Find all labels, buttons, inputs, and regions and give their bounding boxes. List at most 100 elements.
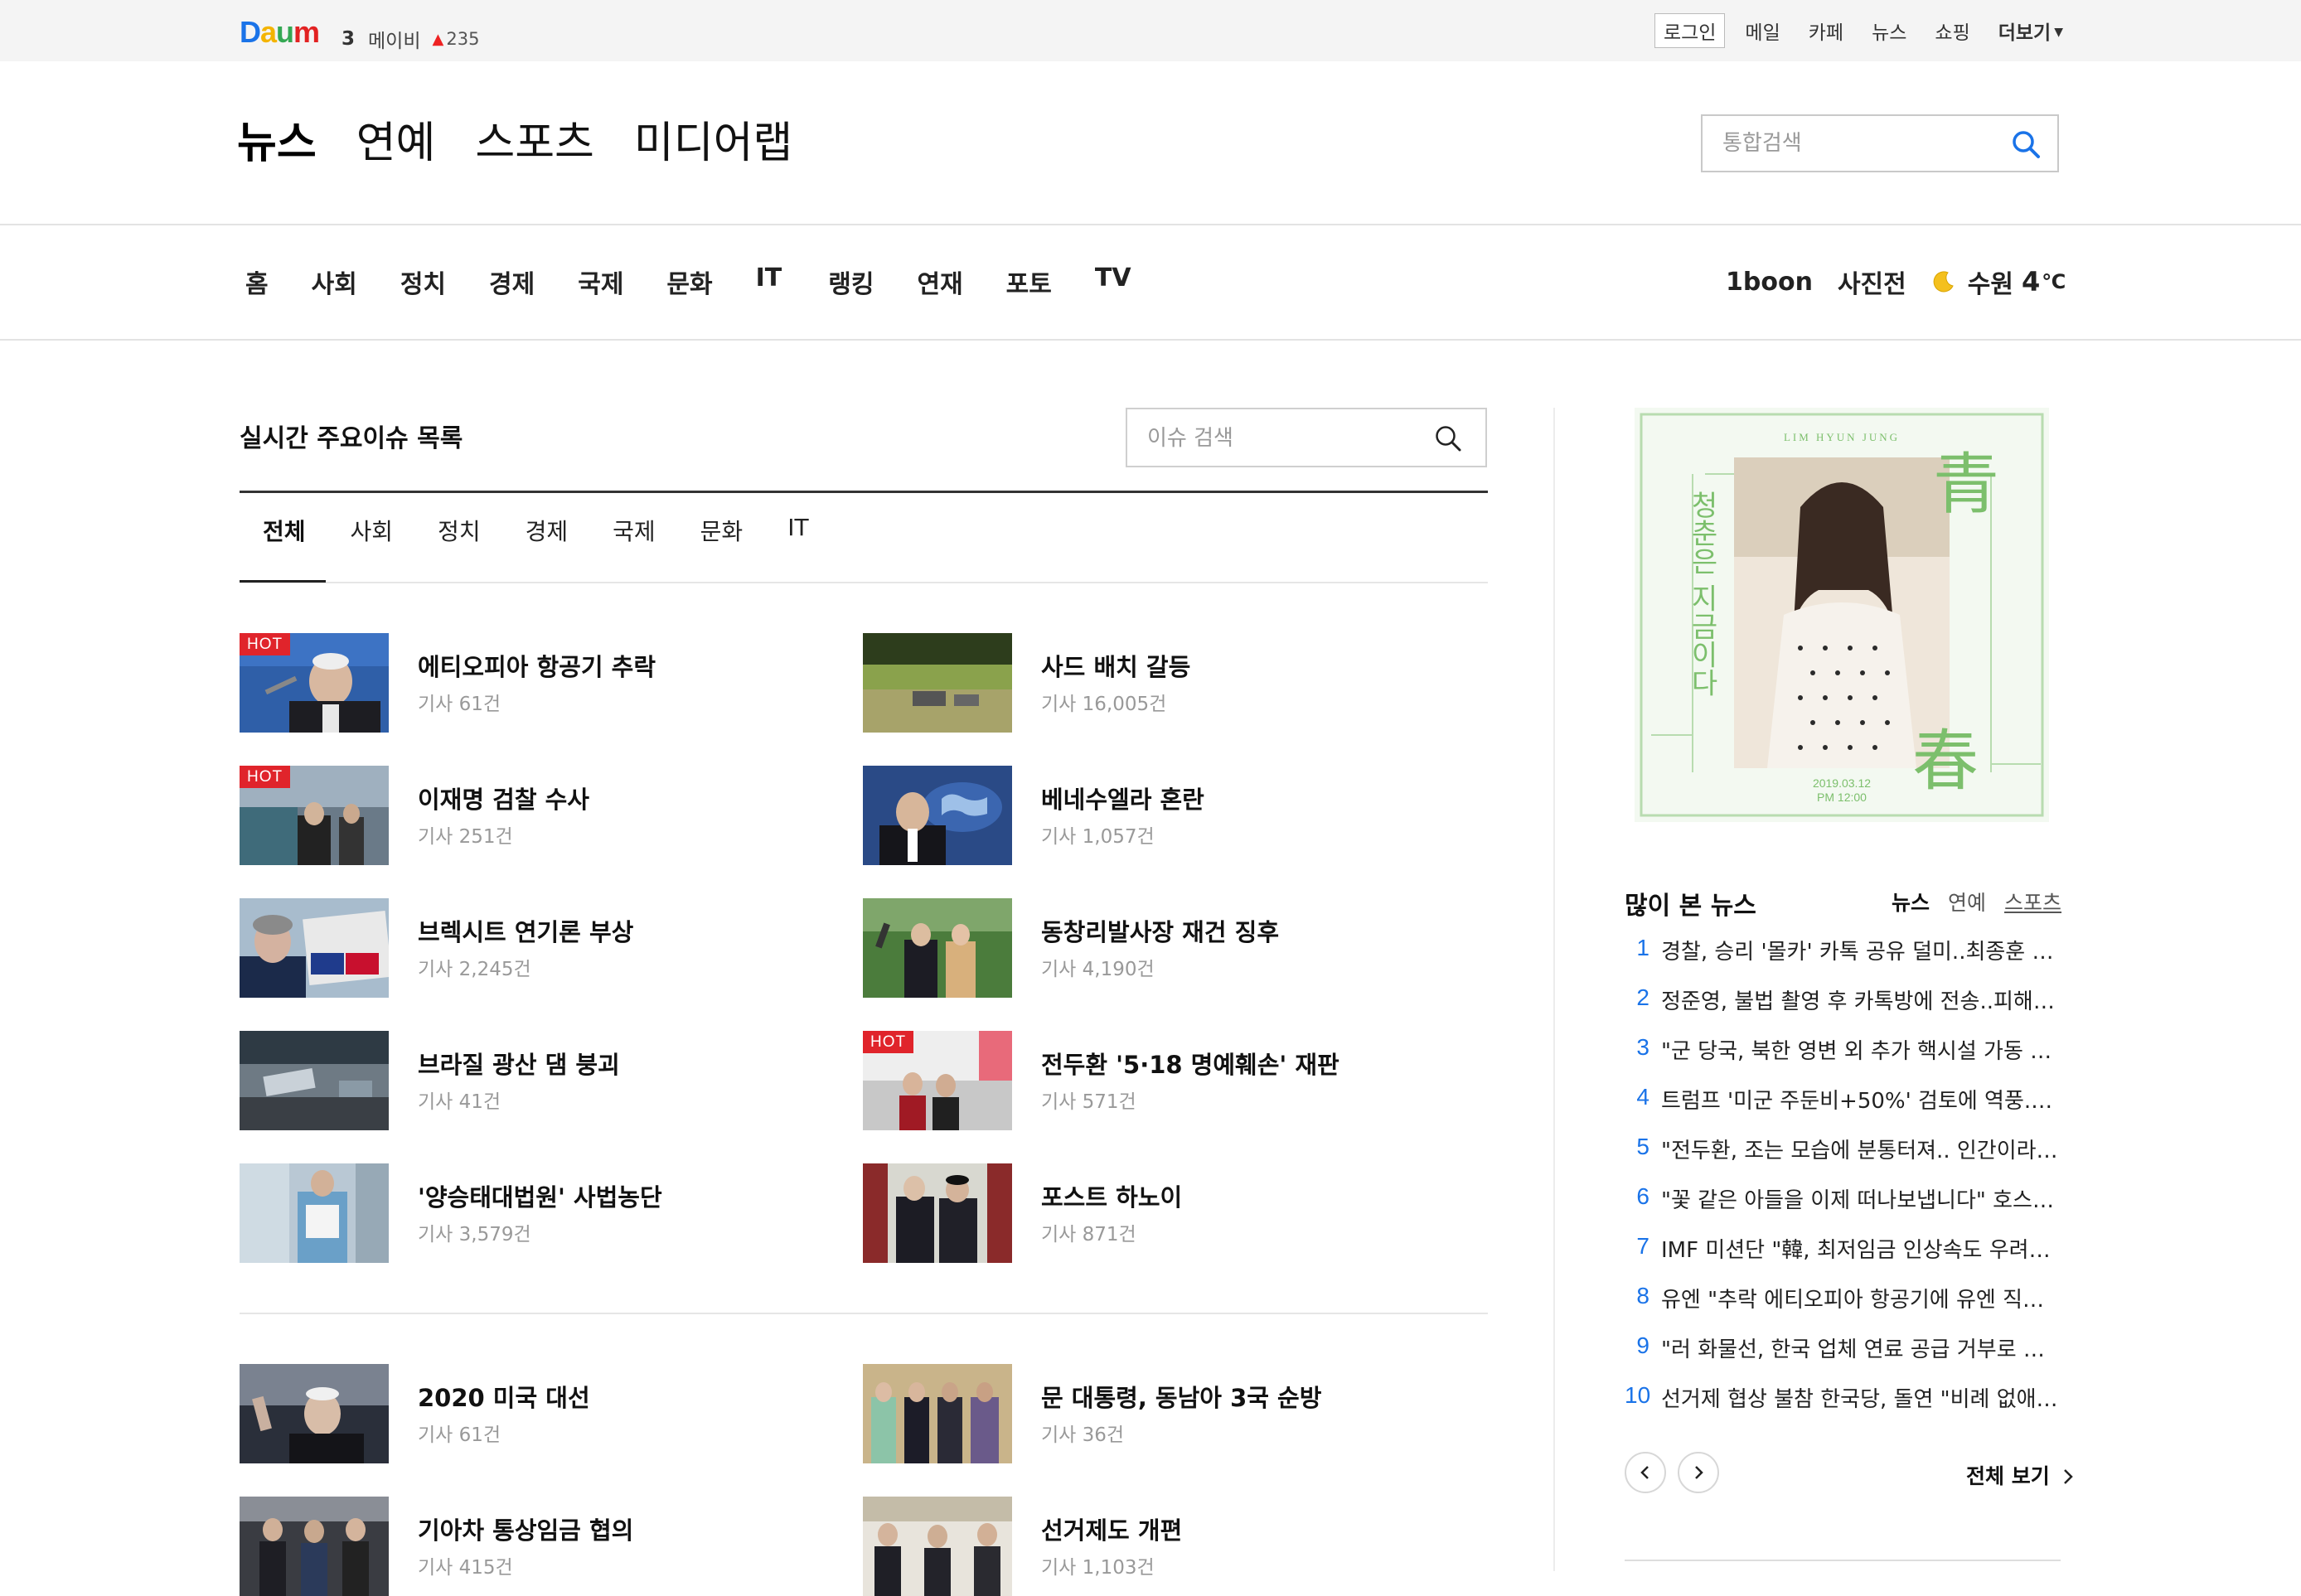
issue-item[interactable]: '양승태대법원' 사법농단 기사 3,579건 [240,1163,820,1263]
popular-tab-news[interactable]: 뉴스 [1892,887,1930,916]
headline-link[interactable]: 트럼프 '미군 주둔비+50%' 검토에 역풍.."… [1661,1084,2059,1115]
issue-thumbnail[interactable]: HOT [863,1031,1012,1130]
issue-thumbnail[interactable] [240,898,389,998]
issue-title[interactable]: 에티오피아 항공기 추락 [418,648,656,683]
issue-title[interactable]: '양승태대법원' 사법농단 [418,1178,662,1213]
list-item[interactable]: 3 "군 당국, 북한 영변 외 추가 핵시설 가동 … [1625,1034,2064,1084]
headline-link[interactable]: 선거제 협상 불참 한국당, 돌연 "비례 없애… [1661,1382,2059,1413]
issue-item[interactable]: HOT 에티오피아 항공기 추락 기사 61건 [240,633,820,733]
issue-thumbnail[interactable]: HOT [240,633,389,733]
issue-item[interactable]: 2020 미국 대선 기사 61건 [240,1364,820,1463]
list-item[interactable]: 6 "꽃 같은 아들을 이제 떠나보냅니다" 호스… [1625,1183,2064,1233]
list-item[interactable]: 4 트럼프 '미군 주둔비+50%' 검토에 역풍.."… [1625,1084,2064,1134]
issue-title[interactable]: 사드 배치 갈등 [1041,648,1190,683]
list-item[interactable]: 8 유엔 "추락 에티오피아 항공기에 유엔 직… [1625,1283,2064,1332]
issue-search-input[interactable] [1146,421,1422,456]
daum-logo[interactable]: Daum [240,15,320,50]
snb-economy[interactable]: 경제 [489,264,535,300]
tab-economy[interactable]: 경제 [526,514,569,547]
headline-link[interactable]: 정준영, 불법 촬영 후 카톡방에 전송..피해… [1661,984,2059,1015]
more-menu-button[interactable]: 더보기 ▼ [1998,17,2063,45]
snb-it[interactable]: IT [756,264,782,300]
login-button[interactable]: 로그인 [1654,13,1726,48]
snb-world[interactable]: 국제 [578,264,623,300]
snb-ranking[interactable]: 랭킹 [828,264,874,300]
weather-city[interactable]: 수원 [1968,264,2013,300]
issue-title[interactable]: 동창리발사장 재건 징후 [1041,913,1279,948]
headline-link[interactable]: "꽃 같은 아들을 이제 떠나보냅니다" 호스… [1661,1183,2059,1214]
link-cafe[interactable]: 카페 [1809,17,1843,45]
popular-tab-sports[interactable]: 스포츠 [2004,887,2061,916]
issue-item[interactable]: 기아차 통상임금 협의 기사 415건 [240,1497,820,1596]
list-item[interactable]: 7 IMF 미션단 "韓, 최저임금 인상속도 우려… [1625,1233,2064,1283]
tab-culture[interactable]: 문화 [700,514,744,547]
issue-thumbnail[interactable] [863,633,1012,733]
prev-page-button[interactable] [1625,1452,1666,1493]
snb-culture[interactable]: 문화 [666,264,712,300]
search-input[interactable] [1721,126,2006,161]
issue-title[interactable]: 포스트 하노이 [1041,1178,1182,1213]
issue-title[interactable]: 문 대통령, 동남아 3국 순방 [1041,1379,1321,1414]
issue-title[interactable]: 선거제도 개편 [1041,1511,1182,1546]
issue-item[interactable]: 선거제도 개편 기사 1,103건 [863,1497,1443,1596]
headline-link[interactable]: "러 화물선, 한국 업체 연료 공급 거부로 … [1661,1332,2059,1363]
issue-thumbnail[interactable] [863,1163,1012,1263]
list-item[interactable]: 10 선거제 협상 불참 한국당, 돌연 "비례 없애… [1625,1382,2064,1432]
issue-thumbnail[interactable]: HOT [240,766,389,865]
list-item[interactable]: 1 경찰, 승리 '몰카' 카톡 공유 덜미..최종훈 … [1625,935,2064,984]
tab-society[interactable]: 사회 [351,514,394,547]
realtime-trend[interactable]: 3 메이비 ▲ 235 [342,25,479,53]
issue-item[interactable]: 브렉시트 연기론 부상 기사 2,245건 [240,898,820,998]
list-item[interactable]: 5 "전두환, 조는 모습에 분통터져.. 인간이라… [1625,1134,2064,1183]
snb-photo[interactable]: 포토 [1006,264,1052,300]
gnb-medialab[interactable]: 미디어랩 [634,108,792,170]
issue-title[interactable]: 2020 미국 대선 [418,1379,590,1414]
link-1boon[interactable]: 1boon [1726,268,1813,297]
issue-title[interactable]: 전두환 '5·18 명예훼손' 재판 [1041,1046,1339,1081]
issue-thumbnail[interactable] [863,1364,1012,1463]
gnb-news[interactable]: 뉴스 [237,108,317,170]
next-page-button[interactable] [1678,1452,1719,1493]
popular-tab-entertainment[interactable]: 연예 [1948,887,1986,916]
link-shopping[interactable]: 쇼핑 [1935,17,1969,45]
issue-title[interactable]: 베네수엘라 혼란 [1041,781,1204,815]
issue-title[interactable]: 기아차 통상임금 협의 [418,1511,633,1546]
headline-link[interactable]: "군 당국, 북한 영변 외 추가 핵시설 가동 … [1661,1034,2059,1065]
issue-thumbnail[interactable] [863,1497,1012,1596]
headline-link[interactable]: "전두환, 조는 모습에 분통터져.. 인간이라… [1661,1134,2059,1164]
issue-title[interactable]: 브라질 광산 댐 붕괴 [418,1046,620,1081]
headline-link[interactable]: 유엔 "추락 에티오피아 항공기에 유엔 직… [1661,1283,2059,1313]
issue-item[interactable]: 베네수엘라 혼란 기사 1,057건 [863,766,1443,865]
search-icon[interactable] [1434,424,1462,452]
snb-series[interactable]: 연재 [917,264,962,300]
issue-thumbnail[interactable] [863,766,1012,865]
tab-all[interactable]: 전체 [263,514,306,547]
issue-thumbnail[interactable] [240,1497,389,1596]
issue-item[interactable]: 사드 배치 갈등 기사 16,005건 [863,633,1443,733]
issue-item[interactable]: 문 대통령, 동남아 3국 순방 기사 36건 [863,1364,1443,1463]
gnb-sports[interactable]: 스포츠 [475,108,594,170]
headline-link[interactable]: IMF 미션단 "韓, 최저임금 인상속도 우려… [1661,1233,2059,1264]
issue-thumbnail[interactable] [240,1364,389,1463]
link-news[interactable]: 뉴스 [1872,17,1906,45]
search-icon[interactable] [2011,129,2041,159]
link-mail[interactable]: 메일 [1745,17,1780,45]
view-all-link[interactable]: 전체 보기 [1966,1460,2075,1490]
gnb-entertainment[interactable]: 연예 [356,108,436,170]
tab-it[interactable]: IT [787,514,808,547]
issue-title[interactable]: 브렉시트 연기론 부상 [418,913,633,948]
issue-title[interactable]: 이재명 검찰 수사 [418,781,589,815]
snb-tv[interactable]: TV [1095,264,1131,300]
snb-home[interactable]: 홈 [245,264,269,300]
issue-thumbnail[interactable] [240,1031,389,1130]
issue-item[interactable]: 브라질 광산 댐 붕괴 기사 41건 [240,1031,820,1130]
headline-link[interactable]: 경찰, 승리 '몰카' 카톡 공유 덜미..최종훈 … [1661,935,2059,965]
link-photo-exhibit[interactable]: 사진전 [1838,264,1906,300]
issue-item[interactable]: HOT 이재명 검찰 수사 기사 251건 [240,766,820,865]
issue-item[interactable]: 동창리발사장 재건 징후 기사 4,190건 [863,898,1443,998]
tab-world[interactable]: 국제 [613,514,656,547]
issue-item[interactable]: 포스트 하노이 기사 871건 [863,1163,1443,1263]
trend-keyword[interactable]: 메이비 [368,25,420,53]
tab-politics[interactable]: 정치 [438,514,481,547]
issue-thumbnail[interactable] [863,898,1012,998]
